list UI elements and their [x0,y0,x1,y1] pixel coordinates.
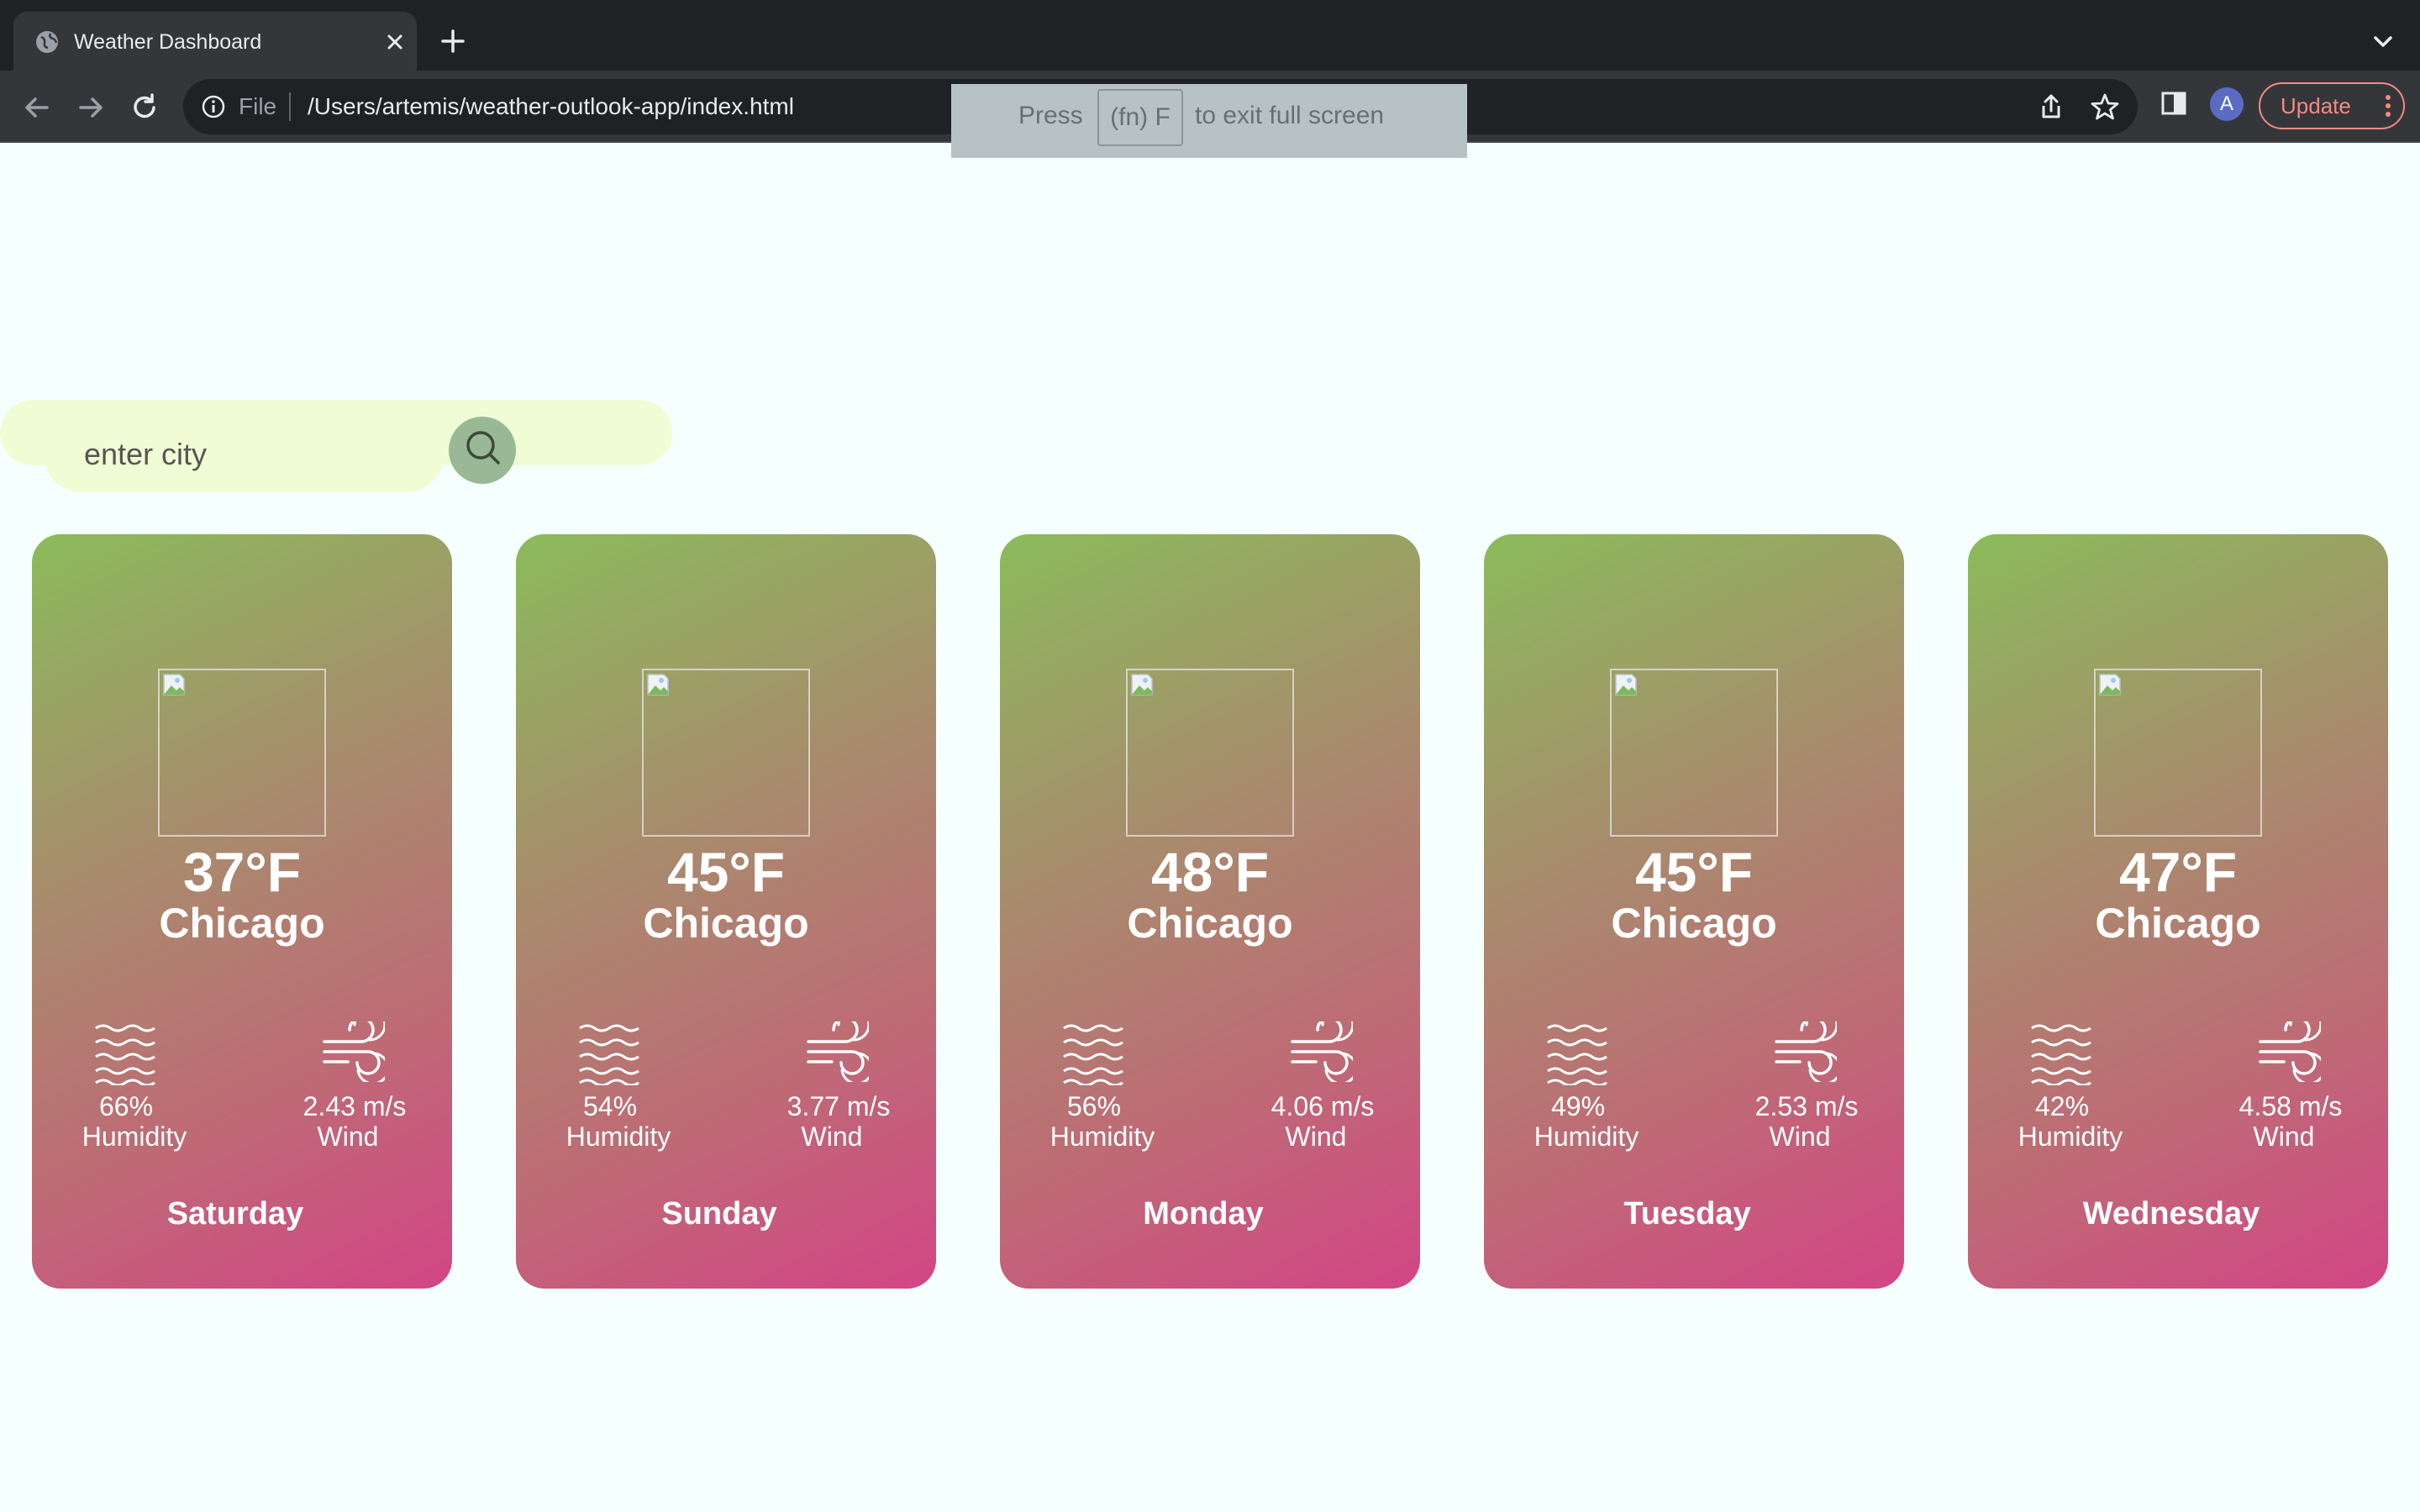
humidity-value: 54% [582,1091,638,1121]
info-icon[interactable] [200,93,227,120]
temperature: 37°F [182,841,302,903]
wind-icon [807,1021,869,1082]
more-menu-icon[interactable] [2385,94,2391,118]
browser-tab-strip: Weather Dashboard [0,0,2420,71]
day-name: Saturday [166,1196,304,1231]
city-name: Chicago [1127,900,1293,947]
wind-value: 4.58 m/s [2238,1091,2343,1121]
temperature: 45°F [1634,841,1754,903]
city-search-input[interactable] [44,417,444,492]
search-bar [0,400,672,492]
humidity-label: Humidity [1050,1121,1155,1152]
fullscreen-hint-key: (fn) F [1097,89,1183,146]
humidity-waves-icon [2031,1024,2091,1085]
broken-image-icon [647,674,669,696]
weather-icon-image [642,669,810,837]
file-scheme-label: File [239,93,277,119]
close-tab-icon[interactable] [378,25,412,59]
wind-value: 2.43 m/s [302,1091,407,1121]
wind-label: Wind [1285,1121,1347,1152]
humidity-value: 66% [98,1091,154,1121]
humidity-waves-icon [95,1024,155,1085]
globe-icon [36,31,58,53]
reload-icon[interactable] [124,87,165,128]
url-text[interactable]: /Users/artemis/weather-outlook-app/index… [308,92,794,121]
weather-icon-image [1610,669,1778,837]
day-name: Sunday [661,1196,777,1231]
fullscreen-hint-text: to exit full screen [1195,102,1385,129]
update-button[interactable]: Update [2259,82,2405,129]
humidity-label: Humidity [82,1121,187,1152]
forward-arrow-icon[interactable] [71,87,111,128]
wind-label: Wind [317,1121,379,1152]
side-panel-icon[interactable] [2158,87,2190,119]
humidity-waves-icon [1547,1024,1607,1085]
temperature: 47°F [2118,841,2238,903]
chevron-down-icon[interactable] [2365,24,2402,60]
wind-icon [1775,1021,1837,1082]
share-icon[interactable] [2035,91,2067,123]
day-name: Monday [1143,1196,1264,1231]
city-name: Chicago [643,900,809,947]
weather-icon-image [2094,669,2262,837]
forecast-card: 48°F Chicago 56% Humidity 4.06 m/s Wind … [1000,534,1420,1289]
back-arrow-icon[interactable] [17,87,57,128]
humidity-label: Humidity [2018,1121,2123,1152]
forecast-card: 37°F Chicago 66% Humidity 2.43 m/s Wind … [32,534,452,1289]
broken-image-icon [2099,674,2121,696]
new-tab-icon[interactable] [434,22,472,60]
humidity-label: Humidity [566,1121,671,1152]
humidity-waves-icon [1063,1024,1123,1085]
broken-image-icon [163,674,185,696]
wind-value: 2.53 m/s [1754,1091,1859,1121]
broken-image-icon [1615,674,1637,696]
forecast-card: 45°F Chicago 54% Humidity 3.77 m/s Wind … [516,534,936,1289]
forecast-cards: 37°F Chicago 66% Humidity 2.43 m/s Wind … [32,534,2388,1290]
weather-icon-image [1126,669,1294,837]
wind-label: Wind [1769,1121,1831,1152]
day-name: Tuesday [1623,1196,1751,1231]
humidity-value: 56% [1066,1091,1122,1121]
tab-title: Weather Dashboard [74,30,262,54]
wind-icon [2259,1021,2321,1082]
humidity-waves-icon [579,1024,639,1085]
humidity-label: Humidity [1534,1121,1639,1152]
city-name: Chicago [159,900,325,947]
address-divider [289,92,291,121]
wind-label: Wind [801,1121,863,1152]
city-name: Chicago [2095,900,2261,947]
bookmark-star-icon[interactable] [2089,91,2121,123]
temperature: 48°F [1150,841,1270,903]
search-button[interactable] [449,417,516,484]
update-label: Update [2281,93,2351,118]
humidity-value: 42% [2034,1091,2090,1121]
temperature: 45°F [666,841,786,903]
weather-icon-image [158,669,326,837]
broken-image-icon [1131,674,1153,696]
wind-label: Wind [2253,1121,2315,1152]
humidity-value: 49% [1550,1091,1606,1121]
profile-avatar[interactable]: A [2210,87,2244,121]
search-icon [466,431,500,465]
browser-tab[interactable]: Weather Dashboard [13,12,417,71]
day-name: Wednesday [2082,1196,2260,1231]
forecast-card: 45°F Chicago 49% Humidity 2.53 m/s Wind … [1484,534,1904,1289]
wind-icon [1291,1021,1353,1082]
fullscreen-hint-press: Press [1018,102,1083,129]
city-name: Chicago [1611,900,1777,947]
wind-value: 4.06 m/s [1270,1091,1375,1121]
wind-icon [323,1021,385,1082]
forecast-card: 47°F Chicago 42% Humidity 4.58 m/s Wind … [1968,534,2388,1289]
wind-value: 3.77 m/s [786,1091,891,1121]
